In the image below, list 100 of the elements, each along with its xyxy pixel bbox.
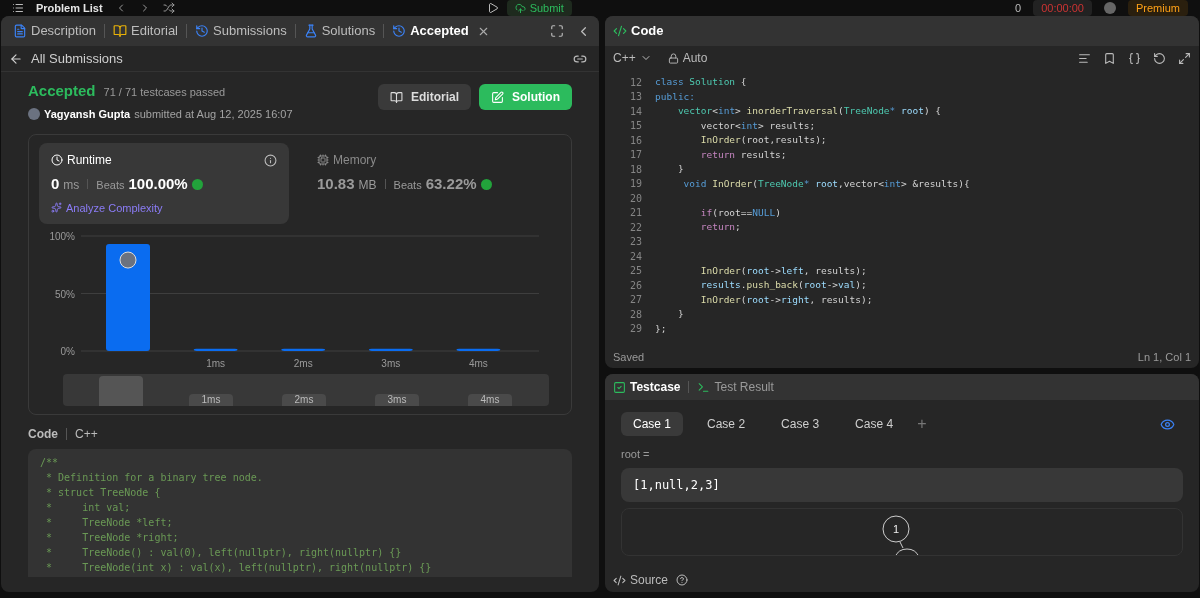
- panel-tab[interactable]: Submissions: [191, 21, 291, 41]
- info-icon[interactable]: [264, 153, 277, 167]
- history-icon: [392, 24, 407, 38]
- code-label: Code: [28, 426, 58, 443]
- code-line: InOrder(root,results);: [699, 133, 827, 148]
- code-icon: [613, 573, 626, 587]
- panel-tab[interactable]: Solutions: [299, 21, 380, 41]
- line-number: 25: [628, 264, 642, 279]
- beats-value: 63.22%: [425, 174, 477, 194]
- input-field[interactable]: [1,null,2,3]: [621, 467, 1183, 502]
- panel-tab[interactable]: Description: [9, 21, 101, 41]
- format-icon[interactable]: [1078, 51, 1091, 65]
- flask-icon: [303, 24, 318, 38]
- code-line: return;: [699, 220, 741, 235]
- panel-title: Code: [631, 22, 664, 41]
- user-name[interactable]: Yagyansh Gupta: [44, 105, 131, 122]
- code-line: * struct TreeNode {: [45, 486, 162, 500]
- tree-node-label: 1: [892, 522, 900, 535]
- clock-icon: [51, 154, 63, 166]
- avatar-icon: [119, 251, 137, 269]
- line-number: 19: [628, 177, 642, 192]
- book-icon: [113, 24, 128, 38]
- terminal-icon: [697, 380, 711, 394]
- code-line: public:: [655, 89, 696, 104]
- sparkle-icon: [51, 202, 62, 214]
- chart-bar[interactable]: [456, 348, 501, 351]
- panel-tab[interactable]: Accepted: [388, 21, 494, 41]
- bookmark-icon[interactable]: [1103, 51, 1116, 65]
- lock-icon: [667, 52, 679, 64]
- shuffle-icon[interactable]: [162, 2, 175, 14]
- eye-icon[interactable]: [1160, 416, 1175, 432]
- axis-label: 50%: [55, 288, 75, 300]
- analyze-complexity-link[interactable]: Analyze Complexity: [51, 199, 277, 216]
- stat-title: Runtime: [67, 152, 112, 169]
- line-number: 26: [628, 278, 642, 293]
- line-number: 27: [628, 293, 642, 308]
- chart-navigator[interactable]: 1ms 2ms 3ms 4ms: [63, 374, 549, 406]
- beats-value: 100.00%: [128, 174, 188, 194]
- panel-tab[interactable]: Editorial: [109, 21, 182, 41]
- line-number: 12: [628, 75, 642, 90]
- stat-unit: ms: [63, 177, 80, 194]
- code-line: results.push_back(root->val);: [699, 278, 867, 293]
- help-icon[interactable]: [676, 574, 689, 586]
- axis-label: 2ms: [293, 358, 313, 369]
- language-label: C++: [75, 426, 98, 443]
- submit-button[interactable]: Submit: [506, 0, 572, 17]
- code-line: /**: [40, 456, 60, 470]
- saved-status: Saved: [613, 349, 645, 365]
- axis-label: 100%: [49, 231, 75, 242]
- back-arrow-icon: [9, 51, 23, 66]
- code-line: InOrder(root->left, results);: [699, 263, 867, 278]
- all-submissions-link[interactable]: All Submissions: [9, 48, 123, 69]
- axis-label: 1ms: [206, 358, 226, 369]
- list-icon[interactable]: [12, 2, 24, 14]
- code-line: * TreeNode *left;: [45, 516, 174, 530]
- line-number: 15: [628, 119, 642, 134]
- panel-tab[interactable]: Test Result: [697, 378, 774, 396]
- navigator-label: 4ms: [468, 394, 512, 406]
- premium-button[interactable]: Premium: [1128, 0, 1188, 17]
- line-number: 21: [628, 206, 642, 221]
- navigator-handle[interactable]: [99, 376, 143, 406]
- cursor-position: Ln 1, Col 1: [1137, 349, 1191, 365]
- case-tab[interactable]: Case 4: [843, 412, 906, 436]
- line-number: 28: [628, 307, 642, 322]
- code-line: }: [676, 307, 684, 322]
- navigator-label: 1ms: [189, 394, 233, 406]
- beats-label: Beats: [393, 178, 422, 193]
- case-tab[interactable]: Case 1: [621, 412, 684, 436]
- case-tab[interactable]: Case 2: [695, 412, 758, 436]
- code-line: return results;: [699, 147, 787, 162]
- streak-count[interactable]: 0: [1015, 0, 1022, 17]
- upload-icon: [514, 2, 526, 14]
- chart-bar[interactable]: [368, 348, 413, 351]
- problem-list-link[interactable]: Problem List: [36, 0, 103, 17]
- code-line: vector<int> inorderTraversal(TreeNode* root) {: [676, 104, 942, 119]
- stat-card[interactable]: Runtime 0 ms Beats 100.00% Analyze Complexity: [39, 143, 289, 224]
- source-button[interactable]: Source: [613, 571, 669, 589]
- language-dropdown[interactable]: C++: [613, 49, 652, 67]
- braces-icon[interactable]: [1128, 51, 1141, 65]
- avatar-icon[interactable]: [1104, 2, 1116, 14]
- run-icon[interactable]: [486, 2, 499, 14]
- line-number: 18: [628, 162, 642, 177]
- stat-card[interactable]: Memory 10.83 MB Beats 63.22%: [305, 143, 555, 224]
- chart-bar[interactable]: [193, 348, 238, 351]
- reset-icon[interactable]: [1153, 51, 1166, 65]
- navigator-label: 2ms: [282, 394, 326, 406]
- code-line: * Definition for a binary tree node.: [45, 471, 264, 485]
- code-line: InOrder(root->right, results);: [699, 292, 873, 307]
- editorial-button[interactable]: Editorial: [378, 84, 471, 110]
- avatar-icon: [28, 107, 40, 120]
- stat-value: 10.83: [317, 174, 355, 194]
- stat-title: Memory: [333, 152, 377, 169]
- code-line: vector<int> results;: [699, 118, 816, 133]
- submitted-text: submitted at Aug 12, 2025 16:07: [134, 106, 293, 122]
- expand-icon[interactable]: [1178, 51, 1191, 65]
- chart-bar[interactable]: [281, 348, 326, 351]
- case-tab[interactable]: Case 3: [769, 412, 832, 436]
- auto-mode[interactable]: Auto: [667, 49, 708, 67]
- panel-tab[interactable]: Testcase: [613, 378, 681, 396]
- maximize-icon[interactable]: [550, 24, 564, 38]
